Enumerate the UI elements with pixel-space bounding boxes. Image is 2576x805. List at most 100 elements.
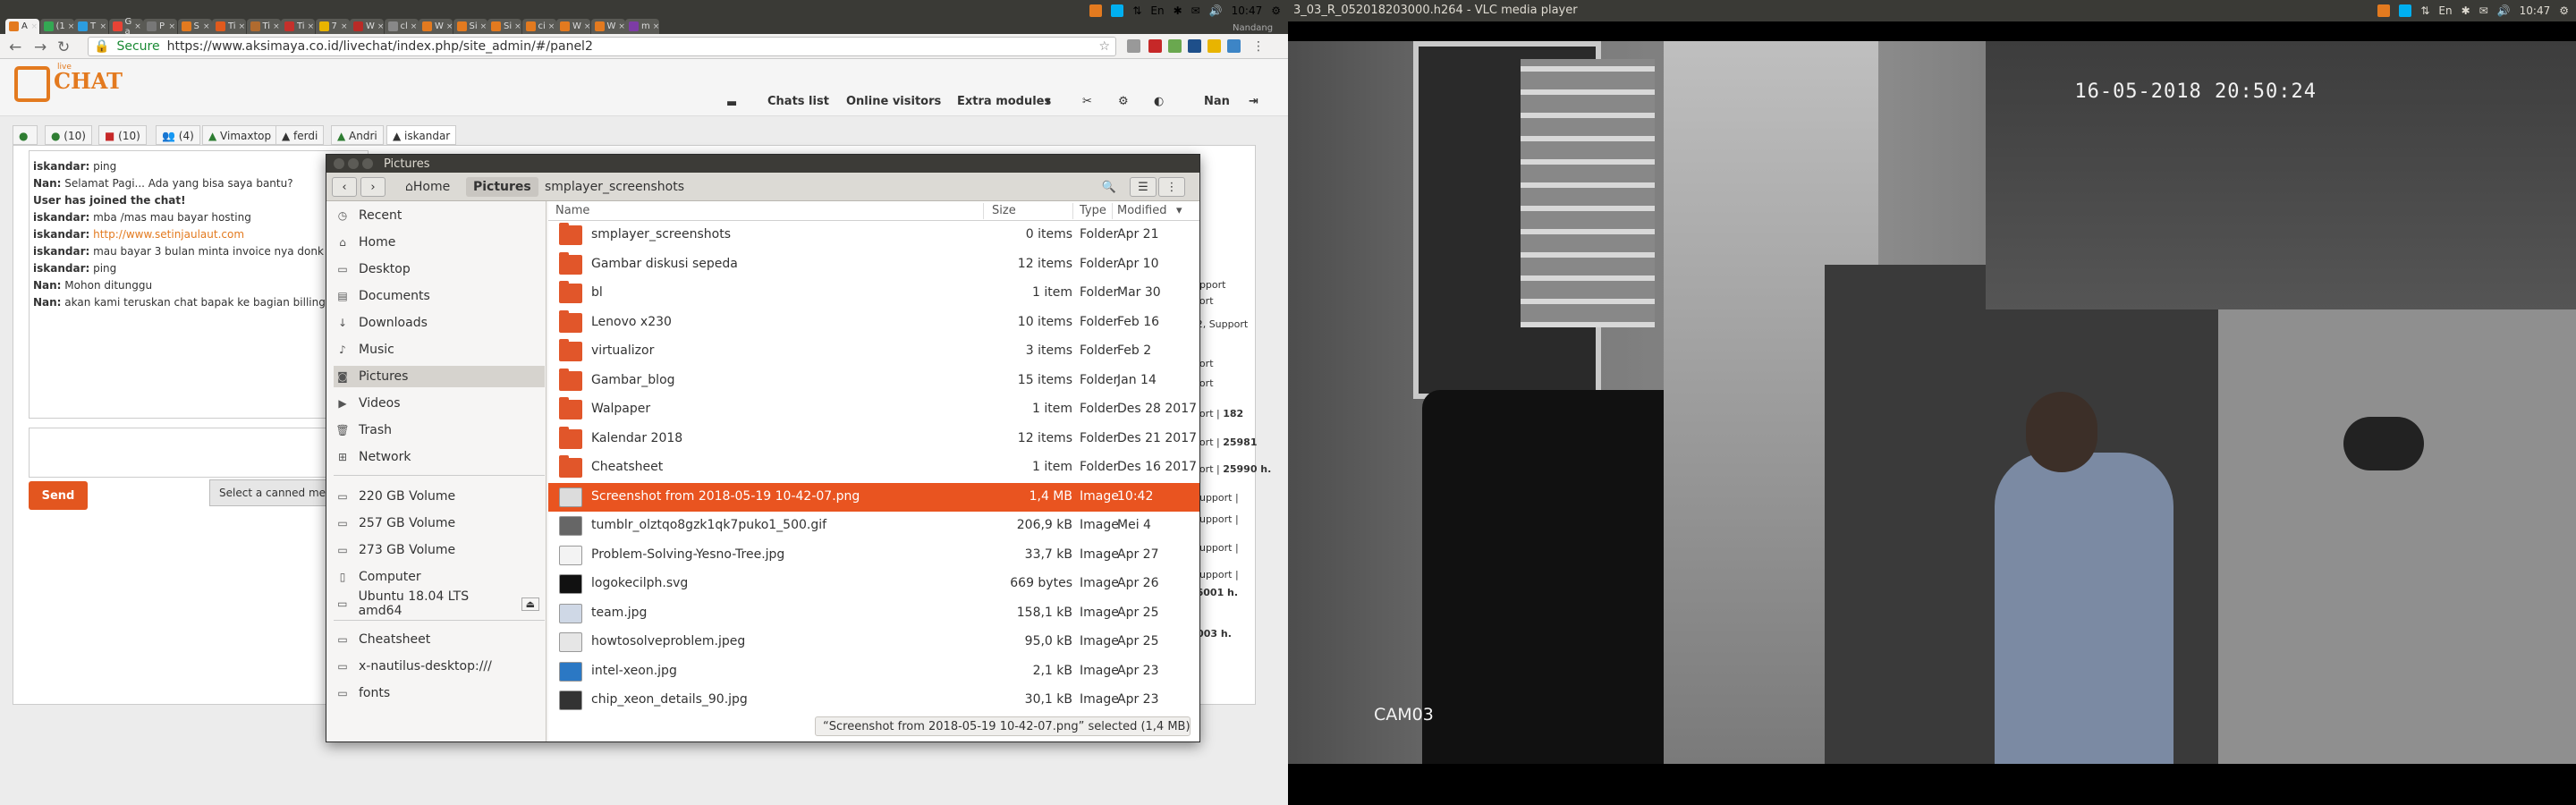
vlc-tray-icon[interactable] (1089, 4, 1103, 17)
view-list-icon[interactable]: ☰ (1130, 177, 1157, 197)
forward-button[interactable]: › (360, 177, 386, 197)
browser-tab[interactable]: Ti × (281, 19, 315, 34)
close-tab-icon[interactable]: × (653, 22, 660, 31)
clock[interactable]: 10:47 (2520, 4, 2551, 17)
cctv-video-frame[interactable]: 16-05-2018 20:50:24 CAM03 (1288, 41, 2576, 764)
extension-icon-3[interactable] (1168, 39, 1182, 53)
sidebar-item[interactable]: ▤ Documents (334, 285, 545, 307)
menu-extra-modules[interactable]: Extra modules (957, 95, 1051, 108)
browser-profile-name[interactable]: Nandang (1233, 23, 1273, 33)
minimize-window-button[interactable] (348, 158, 359, 169)
sidebar-item[interactable]: ◷ Recent (334, 205, 545, 226)
clock[interactable]: 10:47 (1232, 4, 1263, 17)
sidebar-item[interactable]: ▭ Desktop (334, 258, 545, 280)
menu-chats-list[interactable]: Chats list (767, 95, 829, 108)
logout-icon[interactable]: ⇥ (1249, 95, 1258, 108)
extension-icon-5[interactable] (1208, 39, 1221, 53)
browser-tab[interactable]: W × (419, 19, 453, 34)
back-button[interactable]: ‹ (332, 177, 357, 197)
settings-icon[interactable]: ⚙ (1118, 95, 1129, 108)
path-home[interactable]: ⌂ Home (398, 177, 457, 197)
bluetooth-icon[interactable]: ✱ (1174, 4, 1182, 17)
browser-tab[interactable]: Ti × (246, 19, 281, 34)
sidebar-item[interactable]: ♪ Music (334, 339, 545, 360)
browser-tab[interactable]: Ti × (212, 19, 246, 34)
close-tab-icon[interactable]: × (308, 22, 315, 31)
browser-tab[interactable]: W × (350, 19, 384, 34)
menu-user-nan[interactable]: Nan (1204, 95, 1230, 108)
browser-tab[interactable]: T × (74, 19, 108, 34)
chat-tab-ferdi[interactable]: ▲ ferdi (275, 125, 325, 145)
view-options-icon[interactable]: ⋮ (1158, 177, 1185, 197)
browser-tab[interactable]: Si × (487, 19, 521, 34)
close-tab-icon[interactable]: × (168, 22, 175, 31)
file-row[interactable]: team.jpg 158,1 kB Image Apr 25 (548, 599, 1199, 628)
sidebar-item[interactable]: ↓ Downloads (334, 312, 545, 334)
bluetooth-icon[interactable]: ✱ (2462, 4, 2470, 17)
browser-tab[interactable]: P × (143, 19, 177, 34)
extension-icon-6[interactable] (1227, 39, 1241, 53)
close-tab-icon[interactable]: × (618, 22, 625, 31)
message-input[interactable] (29, 428, 369, 478)
browser-tab[interactable]: W × (590, 19, 625, 34)
gear-icon[interactable]: ⚙ (2559, 4, 2569, 17)
keyboard-language[interactable]: En (1150, 4, 1164, 17)
file-row[interactable]: tumblr_olztqo8gzk1qk7puko1_500.gif 206,9 … (548, 512, 1199, 540)
tools-icon[interactable]: ✂ (1082, 95, 1092, 108)
sidebar-item[interactable]: ▭ Ubuntu 18.04 LTS amd64 ⏏ (334, 589, 545, 618)
path-pictures[interactable]: Pictures (466, 177, 538, 197)
sidebar-item[interactable]: ▭ 273 GB Volume (334, 539, 545, 561)
close-tab-icon[interactable]: × (548, 22, 555, 31)
extension-icon-1[interactable] (1127, 39, 1140, 53)
file-row[interactable]: Kalendar 2018 12 items Folder Des 21 2017 (548, 425, 1199, 453)
sidebar-item[interactable]: ◙ Pictures (334, 366, 545, 387)
sidebar-item[interactable]: ▶ Videos (334, 393, 545, 414)
message-link[interactable]: http://www.setinjaulaut.com (93, 228, 244, 241)
close-tab-icon[interactable]: × (377, 22, 385, 31)
volume-icon[interactable]: 🔊 (1209, 4, 1223, 17)
sidebar-item[interactable]: ⌂ Home (334, 232, 545, 253)
chat-tab-vimaxtop[interactable]: ▲ Vimaxtop (202, 125, 278, 145)
livechat-logo-icon[interactable] (14, 66, 50, 102)
browser-tab[interactable]: Si × (453, 19, 487, 34)
chat-tab-andri[interactable]: ▲ Andri (331, 125, 384, 145)
file-row[interactable]: Walpaper 1 item Folder Des 28 2017 (548, 395, 1199, 424)
star-icon[interactable]: ☆ (1098, 39, 1110, 54)
extension-icon-2[interactable] (1148, 39, 1162, 53)
menu-icon[interactable]: ⋮ (1252, 39, 1266, 54)
file-row[interactable]: smplayer_screenshots 0 items Folder Apr 21 (548, 221, 1199, 250)
close-tab-icon[interactable]: × (446, 22, 453, 31)
gear-icon[interactable]: ⚙ (1271, 4, 1281, 17)
close-window-button[interactable] (334, 158, 344, 169)
file-row[interactable]: Cheatsheet 1 item Folder Des 16 2017 (548, 453, 1199, 482)
file-row[interactable]: Gambar diskusi sepeda 12 items Folder Apr 1… (548, 250, 1199, 279)
chat-icon[interactable]: ▬ (726, 97, 737, 110)
sidebar-item[interactable]: 🗑 Trash (334, 419, 545, 441)
browser-tab[interactable]: G a × (108, 17, 143, 34)
close-tab-icon[interactable]: × (134, 22, 141, 31)
sidebar-item[interactable]: ▭ 220 GB Volume (334, 486, 545, 507)
file-row[interactable]: Lenovo x230 10 items Folder Feb 16 (548, 309, 1199, 337)
mail-icon[interactable]: ✉ (1191, 4, 1200, 17)
vlc-tray-icon[interactable] (2377, 4, 2391, 17)
sidebar-item[interactable]: ▯ Computer (334, 566, 545, 588)
browser-tab[interactable]: 7 × (315, 19, 350, 34)
browser-tab[interactable]: S × (177, 19, 212, 34)
back-button[interactable]: ← (9, 38, 21, 56)
search-icon[interactable]: 🔍 (1097, 177, 1121, 197)
transfer-icon[interactable]: ⇅ (1132, 4, 1141, 17)
browser-tab[interactable]: cl × (384, 19, 419, 34)
file-row[interactable]: chip_xeon_details_90.jpg 30,1 kB Image Apr … (548, 686, 1199, 715)
column-name[interactable]: Name (555, 204, 589, 217)
path-smplayer-screenshots[interactable]: smplayer_screenshots (538, 177, 691, 197)
transfer-icon[interactable]: ⇅ (2420, 4, 2429, 17)
skype-tray-icon[interactable] (2399, 4, 2412, 17)
chat-tab-pending[interactable]: ● (10) (45, 125, 92, 145)
chat-tab-users[interactable]: 👥 (4) (156, 125, 200, 145)
keyboard-language[interactable]: En (2438, 4, 2452, 17)
menu-online-visitors[interactable]: Online visitors (846, 95, 941, 108)
skype-tray-icon[interactable] (1111, 4, 1124, 17)
file-row[interactable]: Gambar_blog 15 items Folder Jan 14 (548, 367, 1199, 395)
sort-descending-icon[interactable]: ▾ (1176, 204, 1182, 217)
canned-message-select[interactable]: Select a canned mess (209, 479, 335, 506)
